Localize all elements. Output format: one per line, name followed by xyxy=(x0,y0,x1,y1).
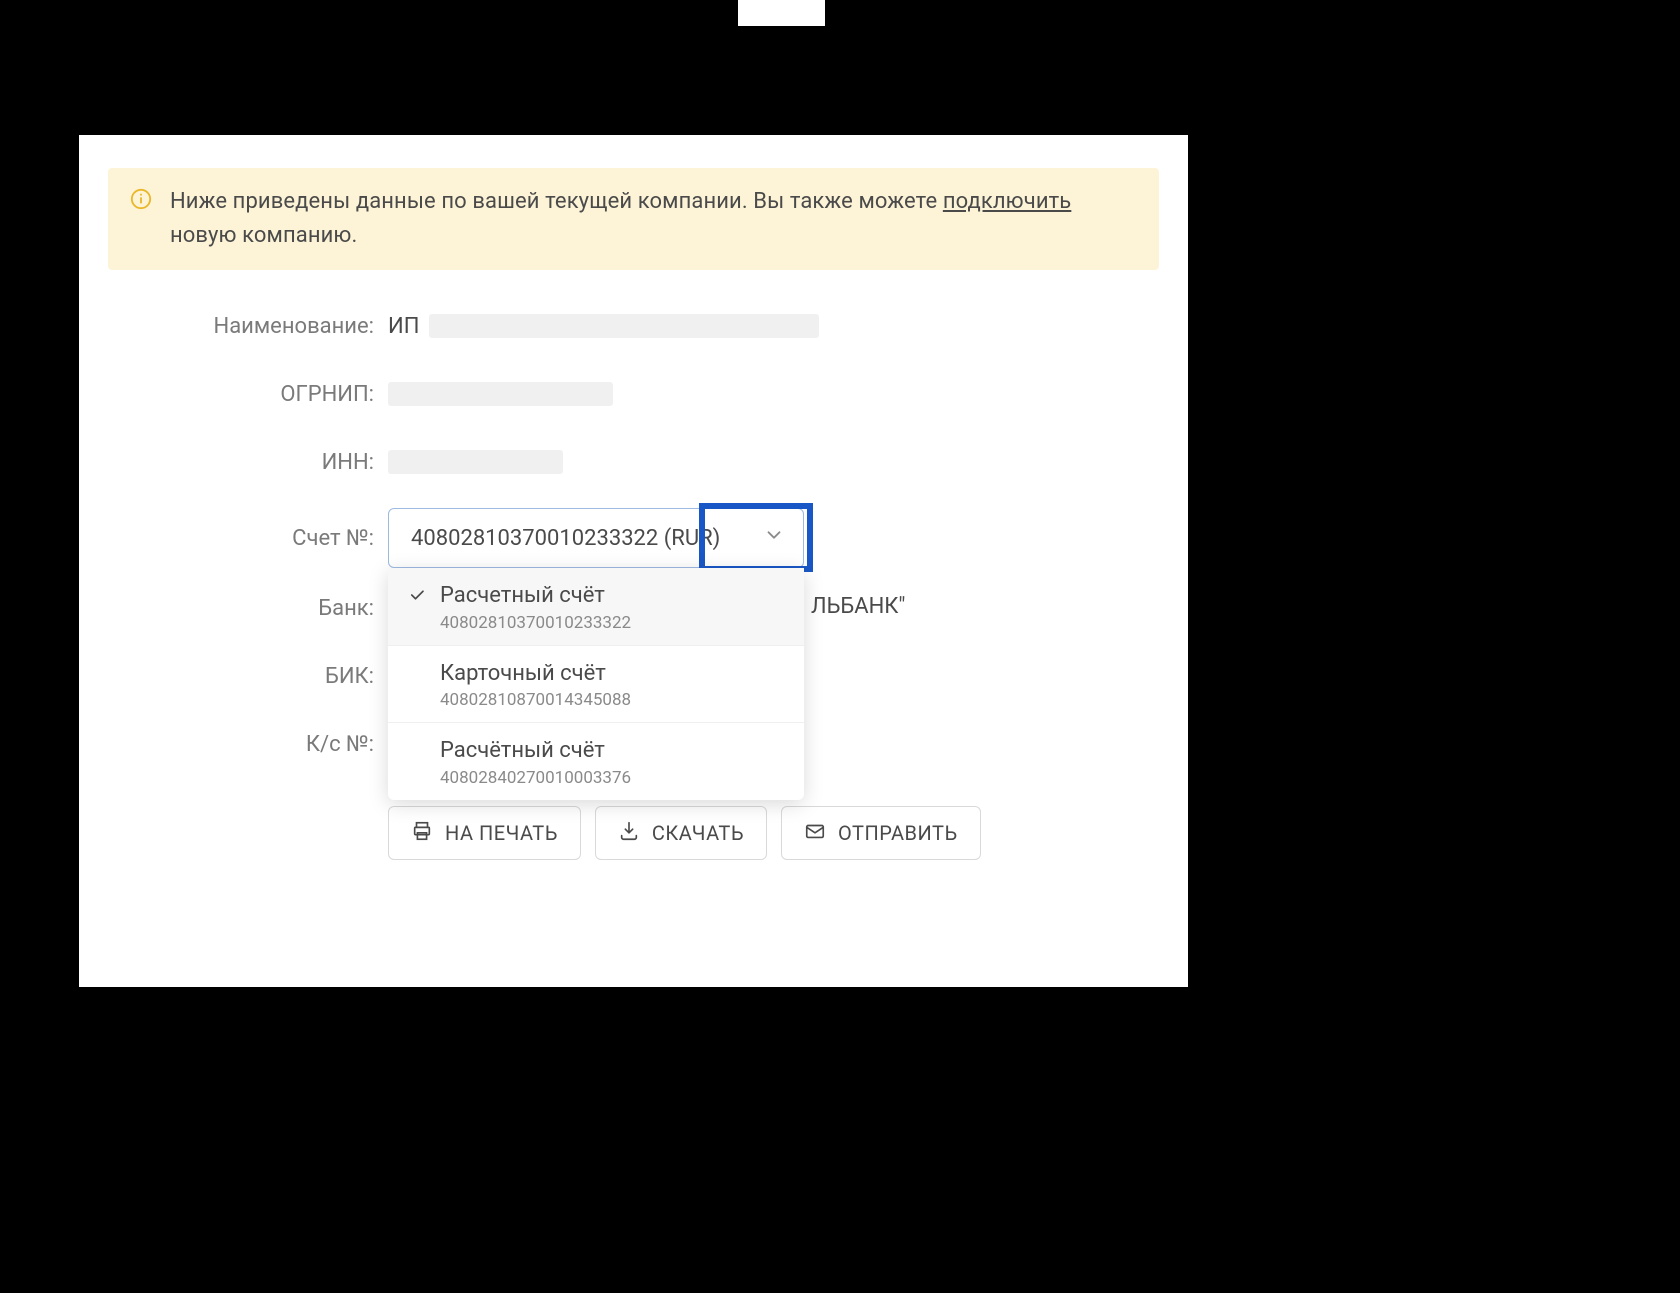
account-option[interactable]: Карточный счёт 40802810870014345088 xyxy=(388,645,804,723)
bank-value-tail: ЛЬБАНК" xyxy=(811,594,905,619)
account-option-title: Расчетный счёт xyxy=(440,582,631,611)
info-banner-text-before: Ниже приведены данные по вашей текущей к… xyxy=(170,189,943,214)
value-name: ИП xyxy=(388,314,819,339)
account-select-value: 40802810370010233322 (RUR) xyxy=(411,526,720,551)
label-ks: К/с №: xyxy=(108,732,388,757)
info-banner-text-after: новую компанию. xyxy=(170,223,357,248)
chevron-down-icon xyxy=(763,524,785,552)
info-banner: Ниже приведены данные по вашей текущей к… xyxy=(108,168,1159,270)
download-icon xyxy=(618,820,640,847)
account-option-sub: 40802810370010233322 xyxy=(440,613,631,633)
label-bank: Банк: xyxy=(108,596,388,621)
top-notch xyxy=(738,0,825,26)
account-option[interactable]: Расчетный счёт 40802810370010233322 xyxy=(388,568,804,645)
label-ogrnip: ОГРНИП: xyxy=(108,382,388,407)
print-button[interactable]: НА ПЕЧАТЬ xyxy=(388,806,581,860)
print-button-label: НА ПЕЧАТЬ xyxy=(445,821,558,845)
value-ogrnip xyxy=(388,382,613,406)
value-inn xyxy=(388,450,563,474)
value-ogrnip-redacted xyxy=(388,382,613,406)
row-inn: ИНН: xyxy=(108,434,1159,490)
download-button[interactable]: СКАЧАТЬ xyxy=(595,806,767,860)
row-account: Счет №: 40802810370010233322 (RUR) ЛЬБАН… xyxy=(108,508,1159,568)
download-button-label: СКАЧАТЬ xyxy=(652,821,744,845)
account-option-title: Карточный счёт xyxy=(440,660,631,689)
account-option-texts: Карточный счёт 40802810870014345088 xyxy=(440,660,631,711)
account-option[interactable]: Расчётный счёт 40802840270010003376 xyxy=(388,722,804,800)
connect-company-link[interactable]: подключить xyxy=(943,189,1072,214)
account-select[interactable]: 40802810370010233322 (RUR) xyxy=(388,508,804,568)
value-account: 40802810370010233322 (RUR) ЛЬБАНК" xyxy=(388,508,804,568)
send-button-label: ОТПРАВИТЬ xyxy=(838,821,958,845)
company-form: Наименование: ИП ОГРНИП: ИНН: Счет №: xyxy=(108,298,1159,860)
label-name: Наименование: xyxy=(108,314,388,339)
account-dropdown: Расчетный счёт 40802810370010233322 Карт… xyxy=(388,568,804,800)
account-option-sub: 40802840270010003376 xyxy=(440,768,631,788)
value-name-redacted xyxy=(429,314,819,338)
value-inn-redacted xyxy=(388,450,563,474)
row-name: Наименование: ИП xyxy=(108,298,1159,354)
send-button[interactable]: ОТПРАВИТЬ xyxy=(781,806,981,860)
row-ogrnip: ОГРНИП: xyxy=(108,366,1159,422)
printer-icon xyxy=(411,820,433,847)
account-option-texts: Расчётный счёт 40802840270010003376 xyxy=(440,737,631,788)
label-account: Счет №: xyxy=(108,526,388,551)
company-details-panel: Ниже приведены данные по вашей текущей к… xyxy=(79,135,1188,987)
value-name-prefix: ИП xyxy=(388,314,419,339)
info-icon xyxy=(130,187,152,221)
label-inn: ИНН: xyxy=(108,450,388,475)
check-icon xyxy=(406,582,428,604)
mail-icon xyxy=(804,820,826,847)
account-option-title: Расчётный счёт xyxy=(440,737,631,766)
account-option-texts: Расчетный счёт 40802810370010233322 xyxy=(440,582,631,633)
account-option-sub: 40802810870014345088 xyxy=(440,690,631,710)
label-bik: БИК: xyxy=(108,664,388,689)
info-banner-text: Ниже приведены данные по вашей текущей к… xyxy=(170,185,1137,253)
action-buttons: НА ПЕЧАТЬ СКАЧАТЬ ОТПРАВ xyxy=(388,806,1159,860)
account-select-wrap: 40802810370010233322 (RUR) ЛЬБАНК" xyxy=(388,508,804,568)
